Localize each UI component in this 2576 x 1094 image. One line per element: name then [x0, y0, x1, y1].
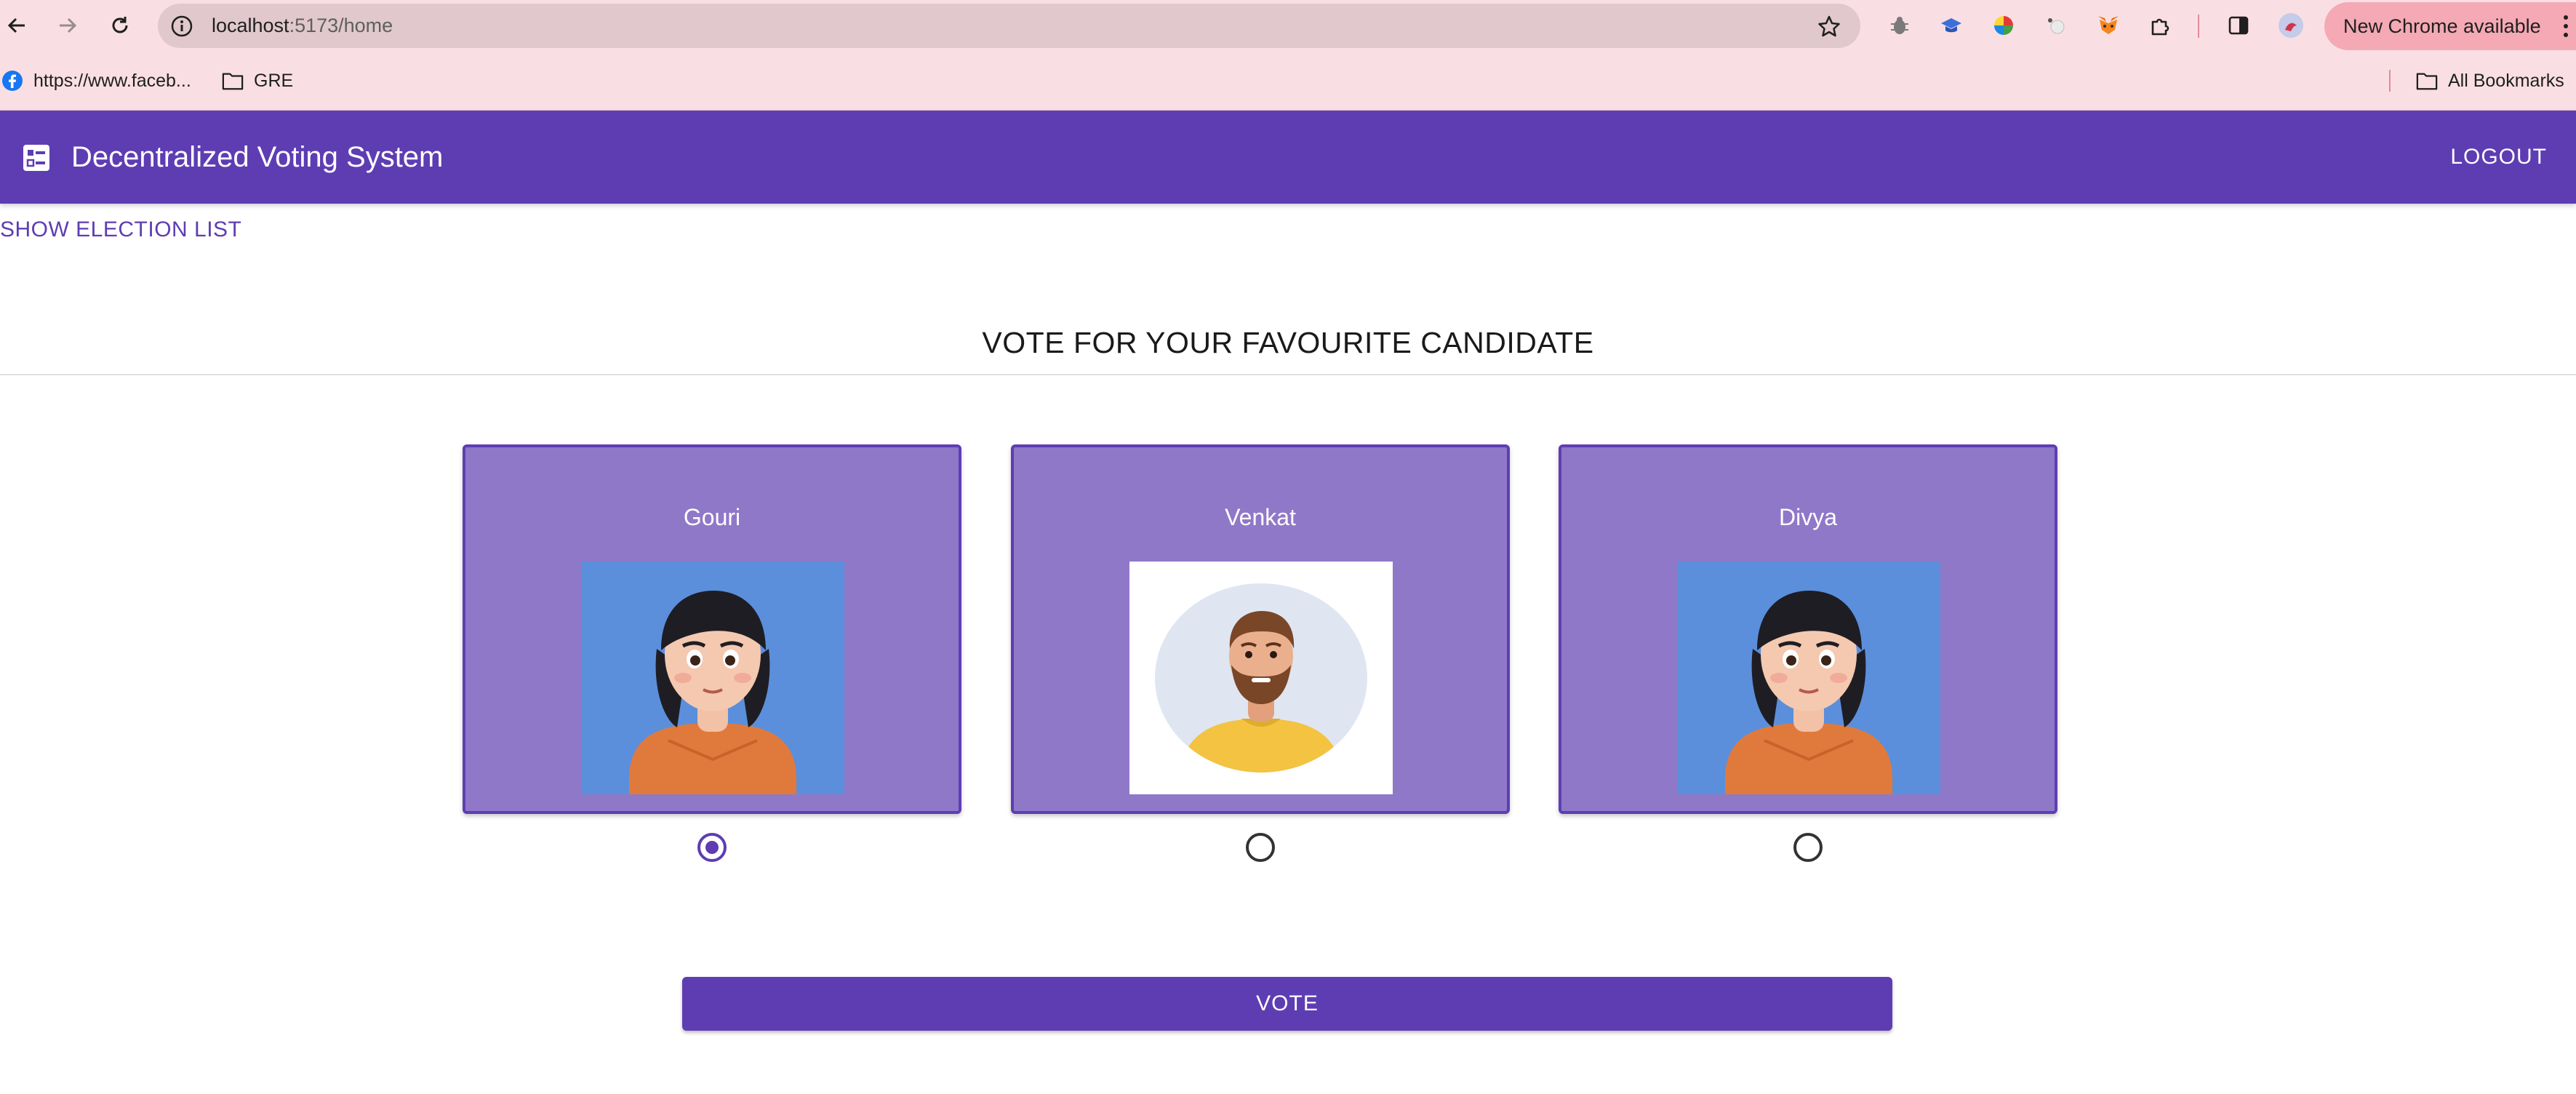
side-panel-icon[interactable] [2225, 12, 2252, 39]
candidate-name: Venkat [1225, 504, 1296, 530]
address-bar[interactable]: localhost:5173/home [158, 4, 1860, 48]
folder-icon [2416, 70, 2438, 92]
ghost-extension-icon[interactable] [2043, 12, 2069, 39]
heading-divider [0, 374, 2576, 375]
bug-extension-icon[interactable] [1887, 12, 1913, 39]
reload-icon[interactable] [103, 9, 137, 42]
app-title: Decentralized Voting System [71, 141, 444, 173]
bookmark-facebook[interactable]: https://www.faceb... [1, 52, 191, 110]
forward-icon[interactable] [51, 9, 84, 42]
folder-icon [222, 70, 244, 92]
candidate-photo-girl-avatar [1677, 562, 1940, 794]
candidate-card-venkat[interactable]: Venkat [1011, 444, 1510, 814]
facebook-icon [1, 70, 23, 92]
site-info-icon[interactable] [169, 14, 194, 39]
vote-button[interactable]: VOTE [682, 977, 1892, 1031]
candidate-radio-venkat[interactable] [1246, 833, 1275, 862]
new-chrome-update-button[interactable]: New Chrome available [2324, 2, 2576, 50]
more-menu-icon[interactable] [2563, 14, 2569, 39]
page-heading: VOTE FOR YOUR FAVOURITE CANDIDATE [982, 326, 1594, 359]
candidate-card-divya[interactable]: Divya [1559, 444, 2057, 814]
profile-avatar-icon[interactable] [2278, 12, 2304, 39]
graduation-extension-icon[interactable] [1938, 12, 1964, 39]
candidate-name: Divya [1778, 504, 1837, 530]
back-icon[interactable] [0, 9, 33, 42]
extensions-puzzle-icon[interactable] [2148, 12, 2174, 39]
bookmarks-bar [0, 52, 2576, 111]
update-label: New Chrome available [2343, 15, 2541, 37]
candidate-radio-divya[interactable] [1793, 833, 1823, 862]
bookmark-folder-gre[interactable]: GRE [222, 52, 293, 110]
address-url[interactable]: localhost:5173/home [212, 4, 393, 48]
candidate-card-gouri[interactable]: Gouri [463, 444, 961, 814]
bookmarks-divider [2389, 70, 2391, 92]
color-wheel-extension-icon[interactable] [1991, 12, 2017, 39]
candidate-photo-girl-avatar [581, 562, 844, 794]
toolbar-divider [2198, 15, 2199, 38]
show-election-list-button[interactable]: SHOW ELECTION LIST [0, 217, 241, 243]
ballot-list-icon [22, 143, 51, 172]
candidate-name: Gouri [683, 504, 741, 530]
bookmark-star-icon[interactable] [1817, 14, 1841, 39]
candidate-radio-gouri[interactable] [697, 833, 727, 862]
candidate-photo-bearded-man-avatar [1129, 562, 1393, 794]
logout-button[interactable]: LOGOUT [2450, 111, 2547, 204]
metamask-fox-icon[interactable] [2095, 12, 2121, 39]
all-bookmarks-button[interactable]: All Bookmarks [2416, 52, 2564, 110]
